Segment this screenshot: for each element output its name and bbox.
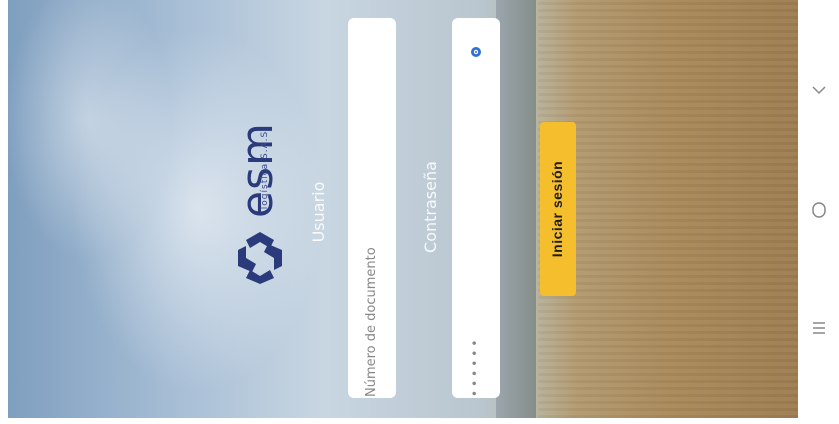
- brand-tagline: logística S.A.S: [260, 130, 270, 210]
- home-circle-icon[interactable]: [809, 200, 829, 220]
- background-hills: [496, 0, 536, 418]
- system-navigation-bar: [798, 0, 839, 424]
- document-number-input[interactable]: Número de documento: [348, 18, 396, 398]
- login-button[interactable]: Iniciar sesión: [540, 122, 576, 296]
- show-password-eye-icon[interactable]: [470, 46, 482, 58]
- chevron-down-icon[interactable]: [809, 80, 829, 100]
- document-number-placeholder: Número de documento: [364, 247, 379, 397]
- user-label: Usuario: [309, 181, 328, 243]
- password-label: Contraseña: [421, 161, 440, 253]
- background-field: [538, 0, 798, 418]
- login-button-label: Iniciar sesión: [549, 160, 565, 258]
- login-screen: esm logística S.A.S Usuario Número de do…: [8, 0, 798, 418]
- menu-lines-icon[interactable]: [809, 318, 829, 338]
- brand-wordmark: esm: [232, 122, 283, 218]
- password-input[interactable]: ••••••: [452, 18, 500, 398]
- password-masked-value: ••••••: [468, 336, 482, 397]
